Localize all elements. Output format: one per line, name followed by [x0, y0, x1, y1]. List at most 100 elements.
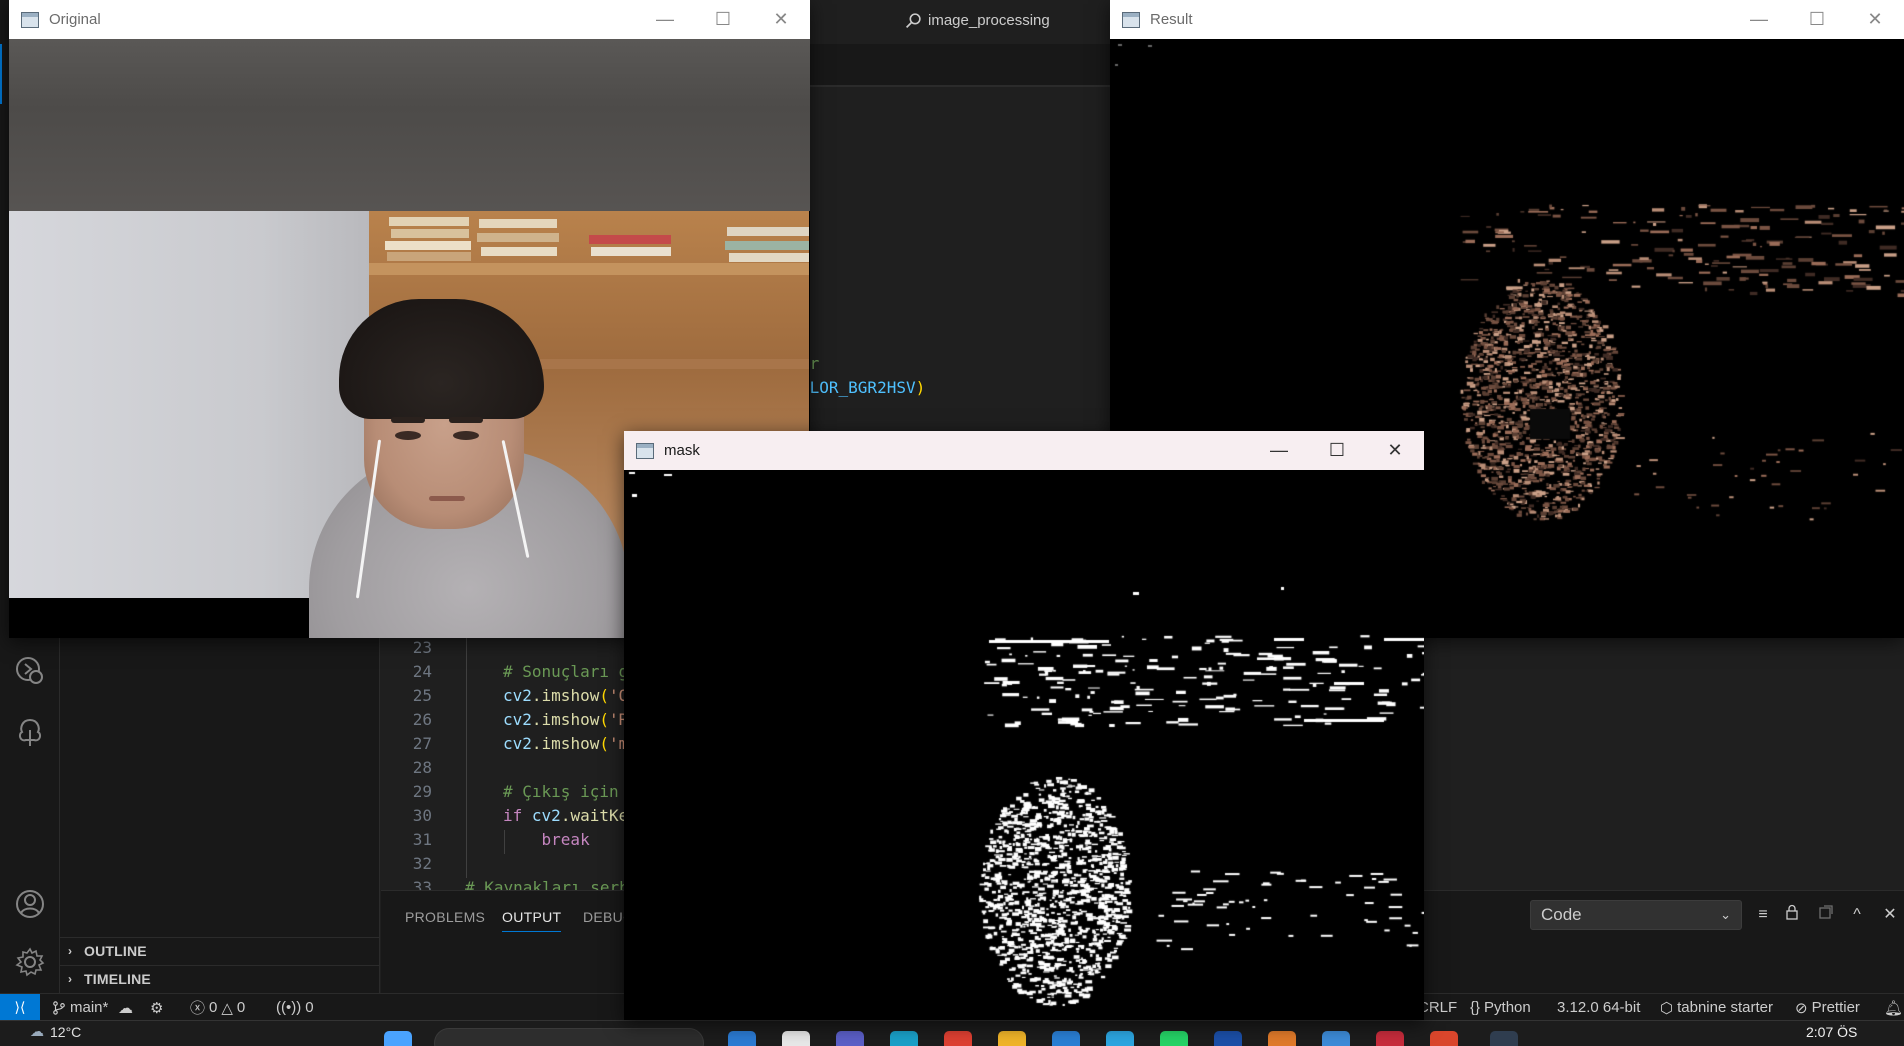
interpreter-indicator[interactable]: 3.12.0 64-bit: [1557, 994, 1640, 1021]
code-token: .imshow: [531, 710, 600, 729]
output-channel-select[interactable]: Code ⌄: [1530, 900, 1742, 930]
chevron-up-icon[interactable]: ^: [1846, 904, 1868, 926]
edge-icon[interactable]: [890, 1031, 918, 1046]
person-eye: [395, 431, 421, 440]
remote-explorer-icon[interactable]: [14, 655, 46, 687]
chevron-right-icon: ›: [68, 944, 73, 958]
book: [729, 253, 809, 262]
weather-widget[interactable]: ☁ 12°C: [30, 1023, 81, 1040]
line-number: 31: [412, 830, 432, 849]
chevron-right-icon: ›: [68, 972, 73, 986]
app-window-icon: [636, 442, 654, 459]
tabnine-indicator[interactable]: ⬡ tabnine starter: [1660, 994, 1773, 1021]
start-button-icon[interactable]: [384, 1031, 412, 1046]
account-icon[interactable]: [14, 888, 46, 920]
close-icon[interactable]: ✕: [1846, 0, 1904, 39]
taskbar-app-icon[interactable]: [1376, 1031, 1404, 1046]
code-fragment-cvtcolor: OLOR_BGR2HSV): [800, 378, 926, 397]
maximize-icon[interactable]: ☐: [694, 0, 752, 39]
minimize-icon[interactable]: —: [1730, 0, 1788, 39]
code-token: .waitKe: [560, 806, 629, 825]
error-count: 0: [209, 999, 218, 1016]
git-branch-icon: [53, 1000, 65, 1015]
whatsapp-icon[interactable]: [1160, 1031, 1188, 1046]
notifications-bell-icon[interactable]: 🔔︎: [1884, 994, 1903, 1021]
language-mode[interactable]: {} Python: [1470, 994, 1531, 1021]
settings-gear-icon[interactable]: [14, 946, 46, 978]
tab-problems[interactable]: PROBLEMS: [405, 909, 485, 925]
sync-icon[interactable]: ☁: [118, 994, 133, 1021]
book: [387, 252, 471, 261]
code-line: if cv2.waitKe: [503, 806, 628, 825]
minimize-icon[interactable]: —: [636, 0, 694, 39]
vscode-icon[interactable]: [1052, 1031, 1080, 1046]
branch-indicator[interactable]: main*: [52, 994, 108, 1021]
tree-icon[interactable]: [14, 716, 46, 748]
telegram-icon[interactable]: [1106, 1031, 1134, 1046]
ceiling-shadow: [9, 39, 810, 211]
lock-icon[interactable]: [1781, 904, 1803, 926]
taskbar-app-icon[interactable]: [1490, 1031, 1518, 1046]
book: [385, 241, 471, 250]
mask-titlebar[interactable]: mask — ☐ ✕: [624, 431, 1424, 470]
code-token: cv2: [531, 806, 561, 825]
line-number: 32: [412, 854, 432, 873]
timeline-section[interactable]: › TIMELINE: [60, 965, 380, 992]
editor-tab-strip: [810, 44, 1110, 86]
broadcast-icon: ((•)): [276, 999, 302, 1016]
taskbar-app-icon[interactable]: [782, 1031, 810, 1046]
taskbar-app-icon[interactable]: [1430, 1031, 1458, 1046]
error-icon: ⓧ: [190, 1000, 206, 1017]
code-line: # Sonuçları g: [503, 662, 628, 681]
system-clock[interactable]: 2:07 ÖS: [1806, 1024, 1857, 1040]
clear-output-icon[interactable]: ≡: [1752, 904, 1774, 926]
outline-section[interactable]: › OUTLINE: [60, 937, 380, 964]
remote-indicator-icon[interactable]: ⟩⟨: [0, 994, 40, 1021]
search-icon: [905, 12, 921, 28]
taskbar-app-icon[interactable]: [1322, 1031, 1350, 1046]
ports-indicator[interactable]: ((•)) 0: [276, 994, 314, 1021]
book: [391, 229, 469, 238]
book: [591, 247, 671, 256]
code-line: break: [503, 830, 590, 849]
code-token: .imshow: [531, 734, 600, 753]
line-number: 29: [412, 782, 432, 801]
file-explorer-icon[interactable]: [998, 1031, 1026, 1046]
source-control-graph-icon[interactable]: ⚙: [150, 994, 163, 1021]
code-line: cv2.imshow('O: [503, 686, 628, 705]
line-number: 27: [412, 734, 432, 753]
app-window-icon: [21, 11, 39, 28]
maximize-icon[interactable]: ☐: [1788, 0, 1846, 39]
cloud-icon: ☁: [30, 1023, 44, 1039]
person-brow: [391, 417, 425, 423]
result-titlebar[interactable]: Result — ☐ ✕: [1110, 0, 1904, 39]
mask-title: mask: [664, 442, 700, 459]
close-panel-icon[interactable]: ✕: [1879, 904, 1901, 926]
close-icon[interactable]: ✕: [1366, 431, 1424, 470]
code-token: if: [503, 806, 532, 825]
outline-label: OUTLINE: [84, 943, 147, 959]
tab-output[interactable]: OUTPUT: [502, 909, 562, 932]
taskbar-app-icon[interactable]: [1268, 1031, 1296, 1046]
original-title: Original: [49, 11, 101, 28]
chrome-icon[interactable]: [944, 1031, 972, 1046]
original-titlebar[interactable]: Original — ☐ ✕: [9, 0, 810, 39]
minimize-icon[interactable]: —: [1250, 431, 1308, 470]
mask-window[interactable]: mask — ☐ ✕: [624, 431, 1424, 1020]
book: [477, 233, 559, 242]
problems-indicator[interactable]: ⓧ 0 △ 0: [190, 994, 245, 1021]
taskbar-search[interactable]: [434, 1028, 704, 1046]
book: [479, 219, 557, 228]
close-icon[interactable]: ✕: [752, 0, 810, 39]
command-center-search[interactable]: image_processing: [905, 0, 1105, 40]
mask-canvas: [624, 470, 1424, 1020]
teams-icon[interactable]: [836, 1031, 864, 1046]
open-editor-icon[interactable]: [1815, 904, 1837, 926]
prettier-indicator[interactable]: ⊘ Prettier: [1795, 994, 1860, 1021]
taskbar-app-icon[interactable]: [728, 1031, 756, 1046]
maximize-icon[interactable]: ☐: [1308, 431, 1366, 470]
tabnine-label: tabnine starter: [1677, 999, 1773, 1016]
taskbar-app-icon[interactable]: [1214, 1031, 1242, 1046]
book: [589, 235, 671, 244]
code-line: cv2.imshow('m: [503, 734, 628, 753]
